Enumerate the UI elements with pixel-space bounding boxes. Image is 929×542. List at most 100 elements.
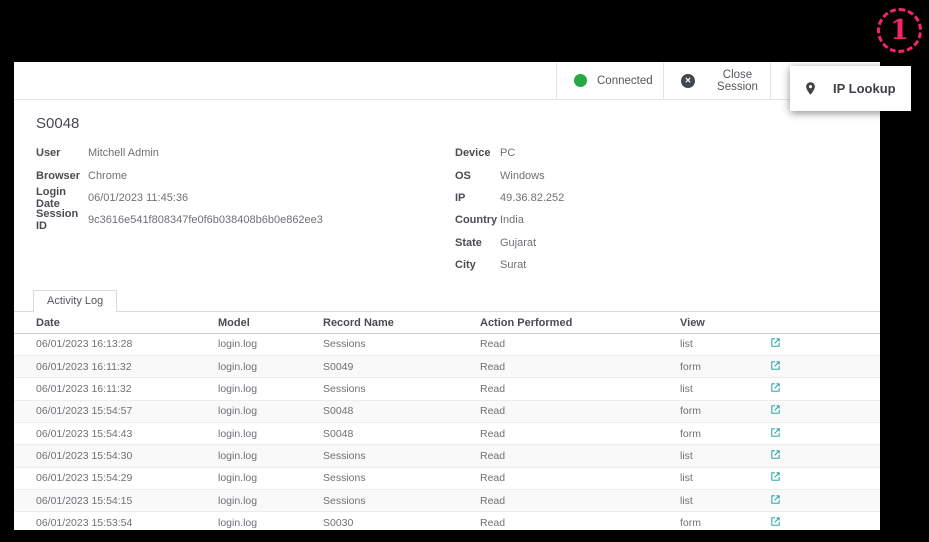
cell-action[interactable]: Read (480, 422, 680, 446)
column-header-action-performed[interactable]: Action Performed (480, 312, 680, 334)
open-record-button[interactable] (770, 516, 781, 527)
field-row: User Mitchell Admin (36, 142, 455, 164)
field-label: Device (455, 147, 491, 160)
cell-record-name[interactable]: Sessions (323, 467, 480, 490)
table-row[interactable]: 06/01/2023 15:54:30 login.log Sessions R… (14, 444, 880, 468)
column-header-model[interactable]: Model (218, 312, 323, 334)
cell-action[interactable]: Read (480, 511, 680, 530)
cell-action[interactable]: Read (480, 377, 680, 401)
cell-model[interactable]: login.log (218, 333, 323, 357)
cell-record-name[interactable]: S0048 (323, 400, 480, 424)
column-header-record-name[interactable]: Record Name (323, 312, 480, 334)
cell-date[interactable]: 06/01/2023 16:13:28 (14, 333, 218, 357)
open-record-button[interactable] (770, 427, 781, 438)
cell-model[interactable]: login.log (218, 489, 323, 513)
status-toolbar: Connected ✕ Close Session IP Lookup (14, 62, 880, 100)
cell-model[interactable]: login.log (218, 467, 323, 490)
connected-label: Connected (597, 74, 653, 87)
cell-view[interactable]: list (680, 377, 770, 401)
field-label: OS (455, 169, 471, 182)
cell-open-record (770, 333, 880, 357)
table-row[interactable]: 06/01/2023 15:54:43 login.log S0048 Read… (14, 422, 880, 446)
cell-action[interactable]: Read (480, 489, 680, 513)
tab-activity-log[interactable]: Activity Log (33, 290, 118, 314)
cell-action[interactable]: Read (480, 333, 680, 357)
cell-date[interactable]: 06/01/2023 16:11:32 (14, 355, 218, 379)
field-label: State (455, 236, 482, 249)
cell-view[interactable]: form (680, 400, 770, 424)
cell-date[interactable]: 06/01/2023 15:54:29 (14, 467, 218, 490)
cell-view[interactable]: form (680, 355, 770, 379)
ip-lookup-popup-label: IP Lookup (833, 81, 896, 96)
cell-date[interactable]: 06/01/2023 15:54:57 (14, 400, 218, 424)
cell-record-name[interactable]: Sessions (323, 333, 480, 357)
table-row[interactable]: 06/01/2023 16:13:28 login.log Sessions R… (14, 333, 880, 357)
external-link-icon (771, 450, 780, 459)
ip-lookup-popup[interactable]: IP Lookup (790, 66, 911, 111)
open-record-button[interactable] (770, 494, 781, 505)
cell-record-name[interactable]: Sessions (323, 489, 480, 513)
table-row[interactable]: 06/01/2023 15:54:57 login.log S0048 Read… (14, 400, 880, 424)
cell-date[interactable]: 06/01/2023 15:54:43 (14, 422, 218, 446)
table-row[interactable]: 06/01/2023 16:11:32 login.log Sessions R… (14, 377, 880, 401)
annotation-step-1: 1 (877, 8, 922, 53)
cell-model[interactable]: login.log (218, 422, 323, 446)
table-row[interactable]: 06/01/2023 15:53:54 login.log S0030 Read… (14, 511, 880, 530)
cell-open-record (770, 444, 880, 468)
cell-record-name[interactable]: S0030 (323, 511, 480, 530)
cell-date[interactable]: 06/01/2023 16:11:32 (14, 377, 218, 401)
field-label: Session ID (36, 208, 79, 233)
cell-action[interactable]: Read (480, 400, 680, 424)
field-label: Login Date (36, 185, 66, 210)
field-label: City (455, 259, 476, 272)
close-session-button[interactable]: ✕ Close Session (663, 62, 770, 99)
cell-model[interactable]: login.log (218, 377, 323, 401)
field-row: IP 49.36.82.252 (455, 187, 880, 209)
cell-date[interactable]: 06/01/2023 15:53:54 (14, 511, 218, 530)
cell-view[interactable]: list (680, 489, 770, 513)
connected-button[interactable]: Connected (556, 62, 663, 99)
field-value: 06/01/2023 11:45:36 (88, 191, 189, 204)
table-row[interactable]: 06/01/2023 16:11:32 login.log S0049 Read… (14, 355, 880, 379)
fields-column-right: Device PC OS Windows IP 49.36.82.252 Cou… (455, 142, 880, 276)
external-link-icon (771, 405, 780, 414)
cell-view[interactable]: form (680, 422, 770, 446)
open-record-button[interactable] (770, 471, 781, 482)
cell-model[interactable]: login.log (218, 444, 323, 468)
field-value: Mitchell Admin (88, 147, 159, 160)
column-header-view[interactable]: View (680, 312, 770, 334)
cell-open-record (770, 400, 880, 424)
cell-view[interactable]: form (680, 511, 770, 530)
cell-record-name[interactable]: S0049 (323, 355, 480, 379)
column-header-date[interactable]: Date (14, 312, 218, 334)
cell-record-name[interactable]: Sessions (323, 444, 480, 468)
cell-model[interactable]: login.log (218, 511, 323, 530)
open-record-button[interactable] (770, 449, 781, 460)
table-row[interactable]: 06/01/2023 15:54:15 login.log Sessions R… (14, 489, 880, 513)
cell-open-record (770, 467, 880, 490)
open-record-button[interactable] (770, 360, 781, 371)
fields-column-left: User Mitchell Admin Browser Chrome Login… (36, 142, 455, 276)
field-value: India (500, 214, 524, 227)
cell-action[interactable]: Read (480, 444, 680, 468)
open-record-button[interactable] (770, 337, 781, 348)
cell-view[interactable]: list (680, 467, 770, 490)
field-row: Login Date 06/01/2023 11:45:36 (36, 185, 455, 210)
cell-date[interactable]: 06/01/2023 15:54:30 (14, 444, 218, 468)
cell-record-name[interactable]: S0048 (323, 422, 480, 446)
cell-date[interactable]: 06/01/2023 15:54:15 (14, 489, 218, 513)
cell-action[interactable]: Read (480, 355, 680, 379)
cell-view[interactable]: list (680, 333, 770, 357)
open-record-button[interactable] (770, 382, 781, 393)
cell-view[interactable]: list (680, 444, 770, 468)
cell-action[interactable]: Read (480, 467, 680, 490)
external-link-icon (771, 472, 780, 481)
cell-model[interactable]: login.log (218, 400, 323, 424)
open-record-button[interactable] (770, 404, 781, 415)
cell-record-name[interactable]: Sessions (323, 377, 480, 401)
field-label: Browser (36, 169, 81, 182)
cell-model[interactable]: login.log (218, 355, 323, 379)
field-value: Gujarat (500, 236, 537, 249)
field-value: PC (500, 147, 516, 160)
table-row[interactable]: 06/01/2023 15:54:29 login.log Sessions R… (14, 467, 880, 490)
